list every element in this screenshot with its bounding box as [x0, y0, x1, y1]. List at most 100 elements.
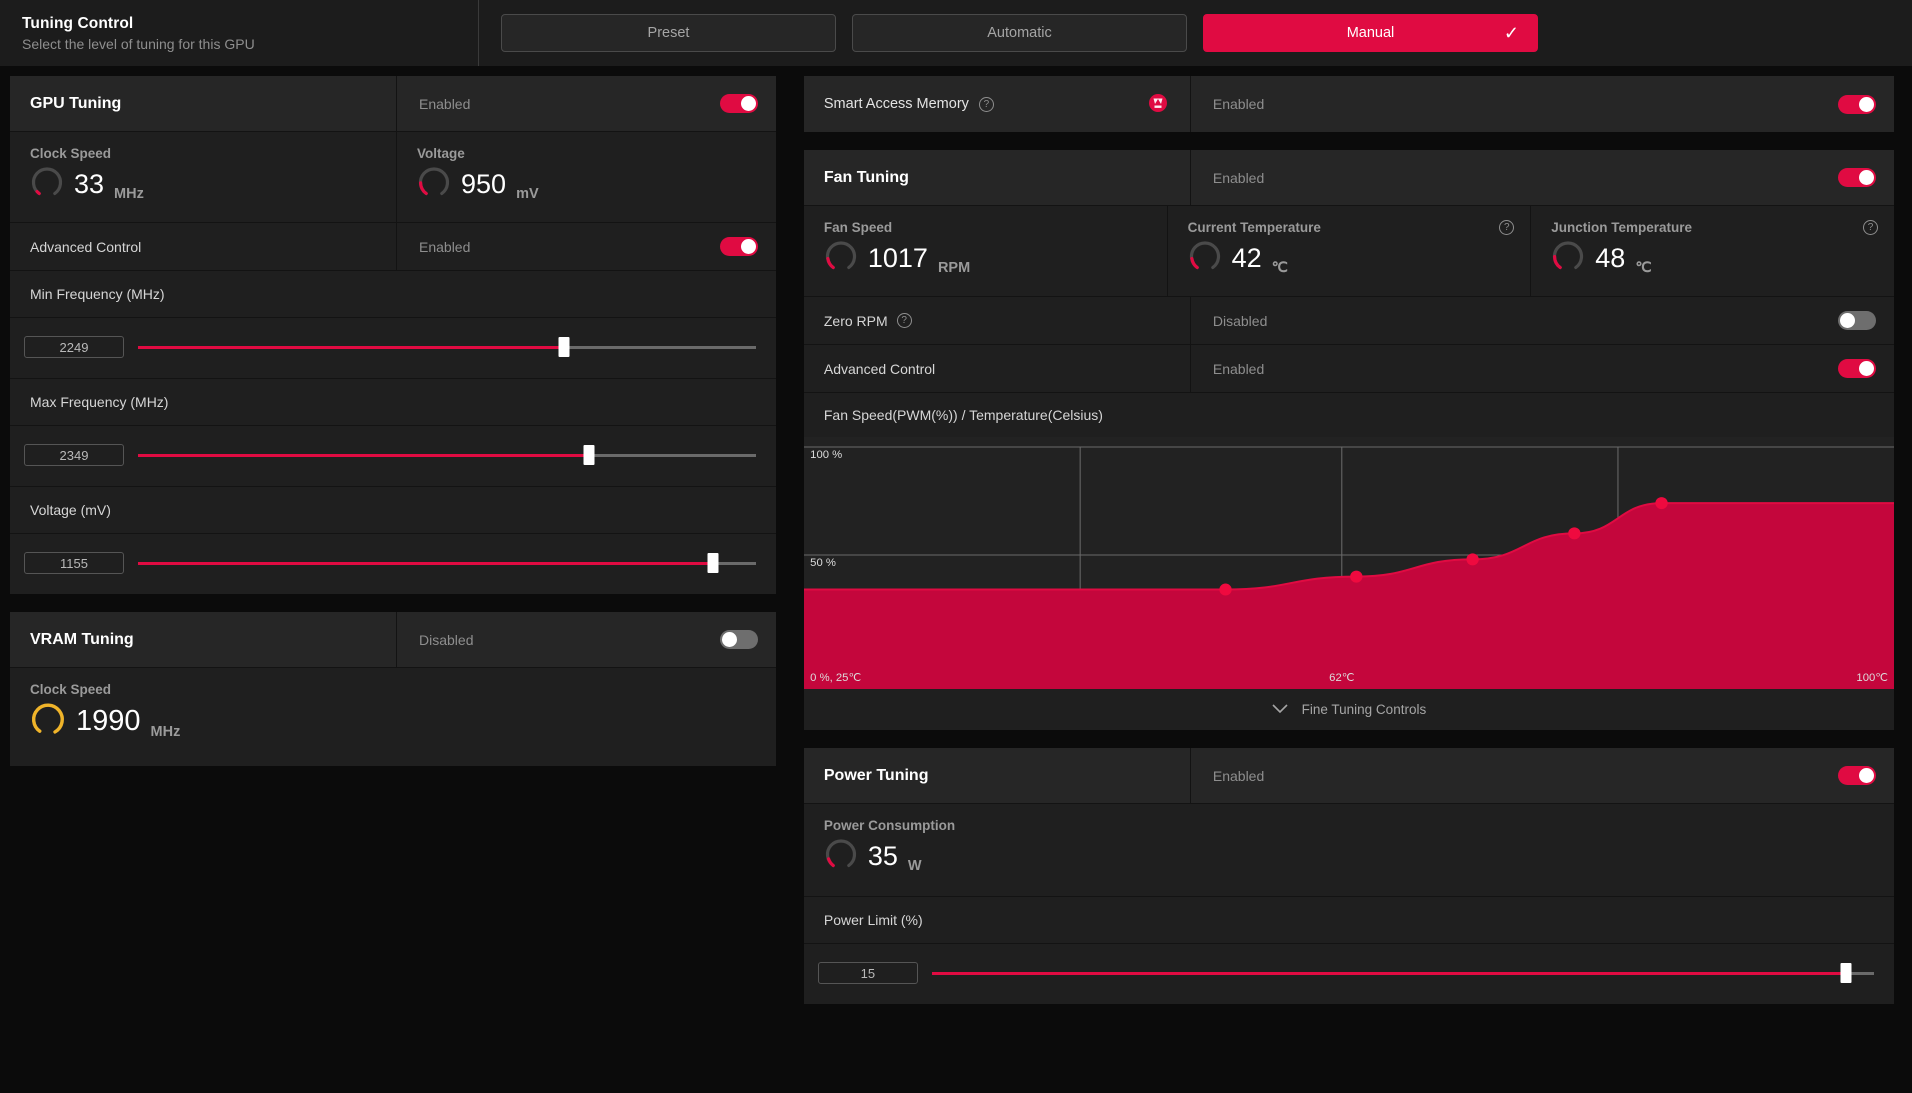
fan-tuning-title-cell: Fan Tuning	[803, 150, 1190, 205]
tuning-control-label: Tuning Control Select the level of tunin…	[0, 15, 478, 52]
track-fill	[138, 561, 713, 565]
power-limit-track[interactable]	[931, 963, 1874, 983]
min-frequency-thumb[interactable]	[558, 337, 570, 357]
power-consumption-value: 35	[867, 841, 898, 871]
gpu-clock-speed-label: Clock Speed	[30, 146, 112, 161]
power-consumption-unit: W	[907, 858, 922, 874]
tuning-mode-automatic[interactable]: Automatic	[852, 14, 1187, 52]
max-frequency-thumb[interactable]	[583, 445, 595, 465]
gpu-tuning-toggle[interactable]	[719, 94, 758, 113]
toggle-knob	[740, 239, 756, 254]
chevron-down-icon	[1272, 702, 1288, 717]
zero-rpm-toggle[interactable]	[1838, 311, 1876, 330]
vram-tuning-state: Disabled	[419, 631, 474, 648]
vram-clock-speed-gauge	[30, 701, 66, 742]
tuning-control-bar: Tuning Control Select the level of tunin…	[0, 0, 1912, 66]
current-temperature-cell: Current Temperature 42 ℃	[1168, 206, 1531, 296]
fine-tuning-controls-button[interactable]: Fine Tuning Controls	[804, 689, 1894, 730]
vram-tuning-toggle[interactable]	[719, 630, 758, 649]
fan-metrics-row: Fan Speed 1017 RPM ? Current Temperature…	[803, 206, 1894, 297]
gpu-advanced-control-state-cell: Enabled	[396, 223, 776, 270]
fan-tuning-toggle[interactable]	[1838, 168, 1876, 187]
gpu-tuning-title: GPU Tuning	[30, 94, 122, 112]
manual-label: Manual	[1346, 25, 1395, 41]
junction-temperature-label: Junction Temperature	[1551, 220, 1693, 235]
preset-label: Preset	[647, 25, 690, 41]
power-tuning-card: Power Tuning Enabled Power Consumption 3…	[803, 748, 1894, 1004]
sam-label-cell: Smart Access Memory ?	[803, 76, 1190, 132]
fan-tuning-header: Fan Tuning Enabled	[803, 150, 1894, 206]
gpu-voltage-label: Voltage	[417, 146, 465, 161]
toggle-knob	[1840, 313, 1855, 328]
current-temperature-unit: ℃	[1271, 260, 1288, 276]
junction-temperature-help-icon[interactable]: ?	[1862, 220, 1878, 235]
vram-tuning-state-cell: Disabled	[396, 612, 776, 667]
zero-rpm-state: Disabled	[1212, 312, 1268, 329]
power-limit-thumb[interactable]	[1840, 963, 1852, 983]
gpu-voltage-value: 950	[461, 169, 507, 199]
svg-text:100℃: 100℃	[1856, 672, 1888, 684]
current-temperature-value: 42	[1231, 243, 1262, 273]
zero-rpm-help-icon[interactable]: ?	[896, 313, 912, 328]
amd-radeon-icon	[1146, 92, 1170, 116]
fan-advanced-control-state-cell: Enabled	[1189, 345, 1894, 392]
toggle-knob	[740, 96, 756, 111]
gpu-advanced-control-label: Advanced Control	[30, 238, 142, 255]
vram-tuning-title: VRAM Tuning	[30, 630, 134, 648]
max-frequency-track[interactable]	[138, 445, 756, 465]
power-tuning-toggle[interactable]	[1838, 766, 1876, 785]
fan-speed-cell: Fan Speed 1017 RPM	[804, 206, 1167, 296]
sam-help-icon[interactable]: ?	[978, 96, 994, 112]
gpu-tuning-state: Enabled	[419, 95, 471, 112]
fan-tuning-title: Fan Tuning	[823, 168, 909, 186]
sam-state: Enabled	[1212, 96, 1265, 112]
fan-speed-metric: Fan Speed 1017 RPM	[804, 206, 1167, 296]
vram-tuning-header: VRAM Tuning Disabled	[10, 612, 776, 668]
fan-curve-chart[interactable]: 50 % 100 % 0 %, 25℃ 62℃ 100℃	[803, 437, 1894, 689]
sam-toggle[interactable]	[1838, 94, 1876, 114]
max-frequency-title: Max Frequency (MHz)	[10, 379, 776, 426]
min-frequency-track[interactable]	[138, 337, 756, 357]
junction-temperature-unit: ℃	[1635, 260, 1652, 276]
gpu-advanced-control-label-cell: Advanced Control	[10, 223, 396, 270]
gpu-advanced-control-toggle[interactable]	[719, 237, 758, 256]
gpu-advanced-control-row: Advanced Control Enabled	[10, 223, 776, 271]
vram-clock-speed-cell: Clock Speed 1990 MHz	[10, 668, 776, 766]
power-consumption-cell: Power Consumption 35 W	[803, 804, 1894, 897]
junction-temperature-cell: Junction Temperature 48 ℃	[1531, 206, 1894, 296]
fan-speed-gauge	[824, 239, 858, 278]
automatic-label: Automatic	[987, 25, 1052, 41]
fine-tuning-controls-label: Fine Tuning Controls	[1301, 702, 1427, 717]
left-column: GPU Tuning Enabled Clock Speed 33 MHz Vo…	[10, 76, 776, 1018]
junction-temperature-gauge	[1551, 239, 1585, 278]
gpu-voltage-gauge	[417, 165, 451, 204]
toggle-knob	[1859, 170, 1874, 185]
toggle-knob	[1859, 361, 1874, 376]
max-frequency-input[interactable]: 2349	[24, 444, 124, 466]
gpu-readouts-row: Clock Speed 33 MHz Voltage 950 mV	[10, 132, 776, 223]
current-temperature-gauge	[1188, 239, 1222, 278]
power-tuning-header: Power Tuning Enabled	[803, 748, 1894, 804]
power-tuning-title-cell: Power Tuning	[803, 748, 1190, 803]
voltage-slider-thumb[interactable]	[707, 553, 719, 573]
fan-curve-svg[interactable]: 50 % 100 % 0 %, 25℃ 62℃ 100℃	[803, 437, 1894, 689]
gpu-tuning-state-cell: Enabled	[396, 76, 776, 131]
power-limit-slider-row: 15	[804, 944, 1894, 1004]
tuning-mode-manual[interactable]: Manual ✓	[1203, 14, 1538, 52]
content-columns: GPU Tuning Enabled Clock Speed 33 MHz Vo…	[0, 66, 1912, 1018]
zero-rpm-row: Zero RPM ? Disabled	[803, 297, 1894, 345]
toggle-knob	[1859, 768, 1874, 783]
fan-advanced-control-state: Enabled	[1212, 360, 1265, 377]
tuning-mode-preset[interactable]: Preset	[501, 14, 836, 52]
junction-temperature-metric: ? Junction Temperature 48 ℃	[1530, 206, 1894, 296]
voltage-slider-input[interactable]: 1155	[24, 552, 124, 574]
fan-speed-unit: RPM	[937, 260, 971, 276]
voltage-slider-title-row: Voltage (mV)	[10, 486, 776, 534]
fan-advanced-control-toggle[interactable]	[1838, 359, 1876, 378]
min-frequency-input[interactable]: 2249	[24, 336, 124, 358]
power-limit-input[interactable]: 15	[817, 962, 918, 984]
page-subtitle: Select the level of tuning for this GPU	[22, 35, 255, 52]
voltage-slider-track[interactable]	[138, 553, 756, 573]
junction-temperature-value: 48	[1595, 243, 1626, 273]
sam-label: Smart Access Memory	[823, 96, 969, 112]
